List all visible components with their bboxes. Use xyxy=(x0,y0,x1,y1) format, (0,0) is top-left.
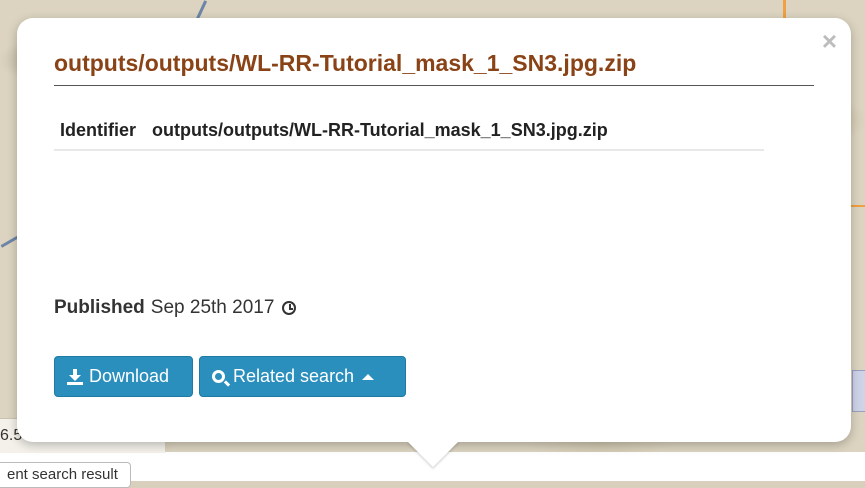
close-icon[interactable]: × xyxy=(822,28,837,54)
identifier-row: Identifier outputs/outputs/WL-RR-Tutoria… xyxy=(54,111,764,151)
published-date: Sep 25th 2017 xyxy=(150,297,275,318)
related-search-button[interactable]: Related search xyxy=(199,356,406,397)
identifier-label: Identifier xyxy=(60,119,137,140)
download-button[interactable]: Download xyxy=(54,356,193,397)
info-popup: × outputs/outputs/WL-RR-Tutorial_mask_1_… xyxy=(17,18,851,442)
published-label: Published xyxy=(54,297,145,318)
search-icon xyxy=(212,370,225,383)
caret-up-icon xyxy=(362,373,375,380)
identifier-value: outputs/outputs/WL-RR-Tutorial_mask_1_SN… xyxy=(152,119,608,140)
search-result-label: ent search result xyxy=(7,466,118,483)
published-info: Published Sep 25th 2017 xyxy=(54,297,297,319)
download-label: Download xyxy=(89,366,170,386)
side-panel-edge xyxy=(852,370,865,412)
map-line xyxy=(783,0,786,18)
related-search-label: Related search xyxy=(233,366,355,386)
search-result-button[interactable]: ent search result xyxy=(0,462,131,488)
popup-title: outputs/outputs/WL-RR-Tutorial_mask_1_SN… xyxy=(54,50,814,86)
popup-pointer xyxy=(407,441,459,467)
map-line xyxy=(851,205,865,207)
download-icon xyxy=(67,368,83,385)
clock-icon xyxy=(282,301,297,315)
map-line xyxy=(195,0,208,20)
